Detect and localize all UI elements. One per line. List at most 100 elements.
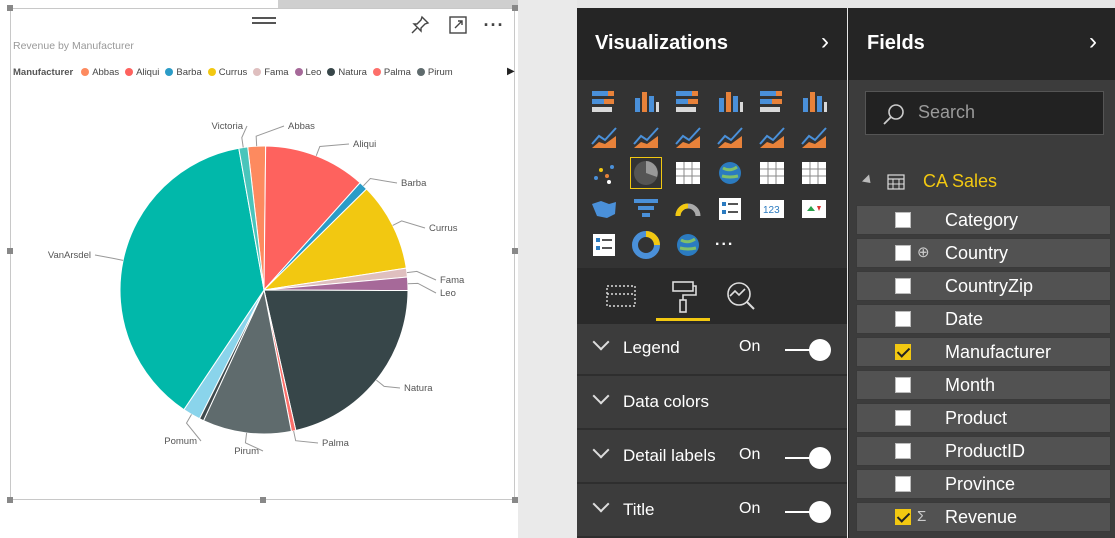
- field-name: Product: [945, 408, 1008, 428]
- detail-labels-section[interactable]: Detail labels On: [577, 432, 847, 484]
- leader-line: [392, 220, 426, 229]
- filled-map-icon[interactable]: [589, 194, 619, 224]
- treemap-icon[interactable]: [673, 158, 703, 188]
- legend-section[interactable]: Legend On: [577, 324, 847, 376]
- field-checkbox[interactable]: [895, 212, 911, 228]
- resize-handle[interactable]: [7, 5, 13, 11]
- slice-label: Victoria: [211, 121, 243, 132]
- globe-icon[interactable]: [673, 230, 703, 260]
- resize-handle[interactable]: [7, 248, 13, 254]
- field-productid[interactable]: ProductID: [856, 436, 1111, 466]
- stacked-bar-icon[interactable]: [589, 86, 619, 116]
- field-manufacturer[interactable]: Manufacturer: [856, 337, 1111, 367]
- pie-chart-visual[interactable]: ··· Revenue by Manufacturer Manufacturer…: [7, 5, 518, 503]
- chevron-down-icon[interactable]: [592, 495, 610, 513]
- globe-icon: ⊕: [917, 244, 930, 261]
- fields-header: Fields ›: [849, 8, 1115, 80]
- legend-toggle[interactable]: [785, 339, 831, 361]
- title-section[interactable]: Title On: [577, 486, 847, 538]
- field-date[interactable]: Date: [856, 304, 1111, 334]
- resize-handle[interactable]: [7, 497, 13, 503]
- matrix-icon[interactable]: [799, 158, 829, 188]
- line-column-icon[interactable]: [715, 122, 745, 152]
- resize-handle[interactable]: [512, 248, 518, 254]
- search-input[interactable]: Search: [865, 91, 1104, 135]
- 100-column-icon[interactable]: [799, 86, 829, 116]
- slicer-icon[interactable]: [589, 230, 619, 260]
- scatter-chart-icon[interactable]: [589, 158, 619, 188]
- field-checkbox[interactable]: [895, 509, 911, 525]
- line-clustered-column-icon[interactable]: [757, 122, 787, 152]
- funnel-icon[interactable]: [631, 194, 661, 224]
- field-checkbox[interactable]: [895, 377, 911, 393]
- field-product[interactable]: Product: [856, 403, 1111, 433]
- resize-handle[interactable]: [512, 497, 518, 503]
- leader-line: [293, 430, 319, 444]
- donut-icon[interactable]: [631, 230, 661, 260]
- table-ca-sales[interactable]: CA Sales: [859, 168, 1109, 196]
- field-checkbox[interactable]: [895, 476, 911, 492]
- visualizations-pane: Visualizations › 123... Legend On Data c…: [577, 8, 847, 538]
- chevron-down-icon[interactable]: [592, 333, 610, 351]
- title-toggle[interactable]: [785, 501, 831, 523]
- field-checkbox[interactable]: [895, 278, 911, 294]
- area-chart-icon[interactable]: [631, 122, 661, 152]
- fields-well-icon[interactable]: [601, 276, 641, 316]
- more-visuals-icon[interactable]: ...: [715, 232, 734, 250]
- field-checkbox[interactable]: [895, 311, 911, 327]
- field-checkbox[interactable]: [895, 344, 911, 360]
- pie-chart-icon[interactable]: [630, 157, 662, 189]
- leader-line: [407, 282, 437, 294]
- line-chart-icon[interactable]: [589, 122, 619, 152]
- expand-triangle-icon[interactable]: [861, 174, 875, 187]
- multi-row-card-icon[interactable]: [715, 194, 745, 224]
- clustered-bar-icon[interactable]: [673, 86, 703, 116]
- field-countryzip[interactable]: CountryZip: [856, 271, 1111, 301]
- paint-roller-icon[interactable]: [656, 276, 710, 321]
- field-name: Month: [945, 375, 996, 395]
- slice-label: Currus: [429, 223, 458, 234]
- field-name: ProductID: [945, 441, 1026, 461]
- resize-handle[interactable]: [512, 5, 518, 11]
- kpi-icon[interactable]: [799, 194, 829, 224]
- field-checkbox[interactable]: [895, 443, 911, 459]
- visualizations-title: Visualizations: [595, 32, 729, 54]
- stacked-area-icon[interactable]: [673, 122, 703, 152]
- data-colors-section[interactable]: Data colors: [577, 378, 847, 430]
- analytics-icon[interactable]: [721, 276, 761, 316]
- field-revenue[interactable]: Σ Revenue: [856, 502, 1111, 532]
- map-icon[interactable]: [715, 158, 745, 188]
- gauge-icon[interactable]: [673, 194, 703, 224]
- table-icon[interactable]: [757, 158, 787, 188]
- field-name: Revenue: [945, 507, 1018, 527]
- ribbon-chart-icon[interactable]: [799, 122, 829, 152]
- detail-labels-toggle[interactable]: [785, 447, 831, 469]
- section-label: Legend: [623, 338, 680, 357]
- resize-handle[interactable]: [260, 497, 266, 503]
- field-country[interactable]: ⊕ Country: [856, 238, 1111, 268]
- field-month[interactable]: Month: [856, 370, 1111, 400]
- field-category[interactable]: Category: [856, 205, 1111, 235]
- field-checkbox[interactable]: [895, 245, 911, 261]
- slice-label: Pomum: [164, 436, 197, 447]
- field-name: Category: [945, 210, 1019, 230]
- chevron-down-icon[interactable]: [592, 387, 610, 405]
- clustered-column-icon[interactable]: [715, 86, 745, 116]
- leader-line: [376, 379, 401, 389]
- chevron-down-icon[interactable]: [592, 441, 610, 459]
- pie-chart[interactable]: Victoria Abbas Aliqui Barba Currus Fama Leo Nat…: [11, 9, 516, 501]
- field-checkbox[interactable]: [895, 410, 911, 426]
- slice-label: Abbas: [288, 121, 315, 132]
- search-icon: [882, 102, 906, 126]
- 100-bar-icon[interactable]: [757, 86, 787, 116]
- table-icon: [887, 174, 905, 190]
- field-name: Province: [945, 474, 1016, 494]
- section-label: Data colors: [623, 392, 709, 411]
- toggle-state: On: [739, 338, 761, 355]
- section-label: Detail labels: [623, 446, 716, 465]
- field-province[interactable]: Province: [856, 469, 1111, 499]
- chevron-right-icon[interactable]: ›: [1089, 28, 1097, 56]
- card-icon[interactable]: 123: [757, 194, 787, 224]
- stacked-column-icon[interactable]: [631, 86, 661, 116]
- chevron-right-icon[interactable]: ›: [821, 28, 829, 56]
